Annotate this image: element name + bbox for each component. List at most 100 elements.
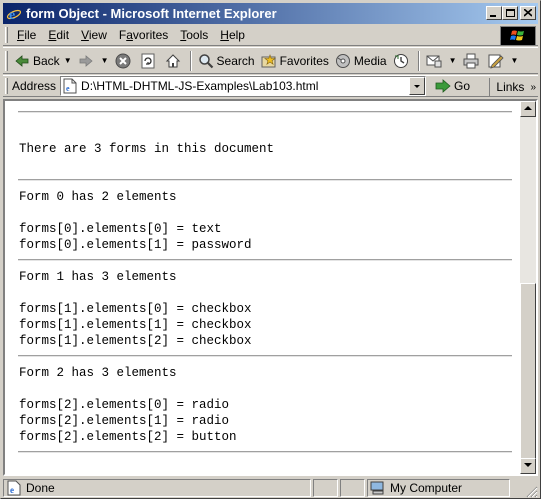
svg-text:e: e [9, 8, 15, 22]
stop-icon [115, 53, 131, 69]
media-label: Media [353, 53, 387, 68]
horizontal-rule [18, 451, 512, 453]
go-arrow-icon [434, 78, 452, 94]
refresh-icon [140, 53, 156, 69]
edit-page-icon [488, 53, 504, 69]
media-icon [335, 53, 351, 69]
menu-view-label: iew [88, 27, 107, 42]
address-input[interactable]: e D:\HTML-DHTML-JS-Examples\Lab103.html [60, 76, 427, 96]
status-blank-pane [340, 479, 365, 497]
menu-grip[interactable] [5, 27, 8, 43]
address-bar: Address e D:\HTML-DHTML-JS-Examples\Lab1… [3, 75, 538, 97]
stop-button[interactable] [112, 50, 137, 72]
scroll-down-button[interactable] [520, 458, 536, 474]
ie-logo-icon: e [6, 6, 22, 23]
refresh-button[interactable] [137, 50, 162, 72]
edit-button[interactable]: ▼ [485, 50, 522, 72]
title-bar[interactable]: e form Object - Microsoft Internet Explo… [3, 3, 538, 24]
history-icon [393, 53, 409, 69]
arrow-down-icon [524, 463, 532, 467]
arrow-up-icon [524, 106, 532, 110]
menu-favorites-key: a [126, 27, 133, 42]
toolbar-grip[interactable] [5, 50, 8, 71]
search-icon [198, 53, 214, 69]
history-button[interactable] [390, 50, 415, 72]
printer-icon [463, 53, 479, 69]
search-label: Search [216, 53, 255, 68]
window-title: form Object - Microsoft Internet Explore… [26, 6, 277, 21]
horizontal-rule [18, 355, 512, 357]
form-2-element-0: forms[2].elements[0] = radio [19, 398, 230, 412]
document-icon: e [63, 78, 77, 94]
menu-help[interactable]: Help [214, 27, 251, 44]
standard-toolbar: Back ▼ ▼ Search Favorites Media ▼ ▼ [3, 47, 538, 74]
links-label: Links [496, 80, 525, 94]
horizontal-rule [18, 111, 512, 113]
menu-tools-label: ools [186, 27, 209, 42]
form-1-element-0: forms[1].elements[0] = checkbox [19, 302, 252, 316]
links-toolbar[interactable]: Links » [489, 78, 536, 96]
go-button[interactable]: Go [434, 78, 470, 94]
favorites-label: Favorites [279, 53, 329, 68]
search-button[interactable]: Search [195, 50, 258, 72]
mail-dropdown-icon[interactable]: ▼ [449, 56, 457, 65]
menu-help-key: H [220, 27, 229, 42]
chevron-right-icon[interactable]: » [530, 82, 536, 93]
scrollbar-thumb[interactable] [520, 283, 536, 459]
menu-tools[interactable]: Tools [174, 27, 214, 44]
windows-logo-icon [500, 26, 536, 46]
menu-bar: File Edit View Favorites Tools Help [3, 25, 538, 46]
form-2-heading: Form 2 has 3 elements [19, 366, 177, 380]
toolbar-separator [417, 50, 420, 71]
menu-edit[interactable]: Edit [42, 27, 75, 44]
status-bar: e Done My Computer [3, 478, 538, 498]
status-blank-pane [313, 479, 338, 497]
form-1-element-2: forms[1].elements[2] = checkbox [19, 334, 252, 348]
menu-view-key: V [81, 27, 89, 42]
mail-icon [426, 53, 442, 69]
forward-button[interactable]: ▼ [75, 50, 112, 72]
back-dropdown-icon[interactable]: ▼ [64, 56, 72, 65]
edit-dropdown-icon[interactable]: ▼ [511, 56, 519, 65]
forward-dropdown-icon[interactable]: ▼ [101, 56, 109, 65]
menu-file-label: ile [24, 27, 37, 42]
browser-window: e form Object - Microsoft Internet Explo… [0, 0, 541, 499]
horizontal-rule [18, 179, 512, 181]
page-content: There are 3 forms in this document Form … [5, 101, 520, 474]
my-computer-icon [370, 481, 386, 495]
svg-text:e: e [10, 485, 14, 495]
address-grip[interactable] [5, 78, 8, 94]
menu-favorites[interactable]: Favorites [113, 27, 174, 44]
status-zone-pane: My Computer [367, 479, 510, 497]
page-done-icon: e [6, 480, 22, 496]
form-0-element-1: forms[0].elements[1] = password [19, 238, 252, 252]
home-icon [165, 53, 181, 69]
maximize-button[interactable] [502, 6, 518, 20]
close-button[interactable] [520, 6, 536, 20]
back-label: Back [33, 53, 60, 68]
svg-text:e: e [66, 84, 70, 93]
media-button[interactable]: Media [332, 50, 390, 72]
favorites-button[interactable]: Favorites [258, 50, 332, 72]
vertical-scrollbar[interactable] [520, 101, 536, 474]
resize-grip-icon[interactable] [525, 485, 538, 498]
menu-file[interactable]: File [11, 27, 42, 44]
minimize-button[interactable] [486, 6, 502, 20]
page-viewport: There are 3 forms in this document Form … [3, 99, 538, 476]
address-value: D:\HTML-DHTML-JS-Examples\Lab103.html [81, 79, 319, 93]
address-dropdown-button[interactable] [409, 77, 426, 95]
zone-text: My Computer [390, 481, 463, 495]
menu-view[interactable]: View [75, 27, 113, 44]
scroll-up-button[interactable] [520, 101, 536, 117]
status-main-pane: e Done [3, 479, 311, 497]
menu-edit-label: dit [56, 27, 70, 42]
form-0-heading: Form 0 has 2 elements [19, 190, 177, 204]
home-button[interactable] [162, 50, 187, 72]
mail-button[interactable]: ▼ [423, 50, 460, 72]
status-text: Done [26, 481, 55, 495]
menu-favorites-label: vorites [132, 27, 169, 42]
print-button[interactable] [460, 50, 485, 72]
form-1-heading: Form 1 has 3 elements [19, 270, 177, 284]
back-button[interactable]: Back ▼ [11, 50, 75, 72]
go-label: Go [454, 79, 471, 93]
